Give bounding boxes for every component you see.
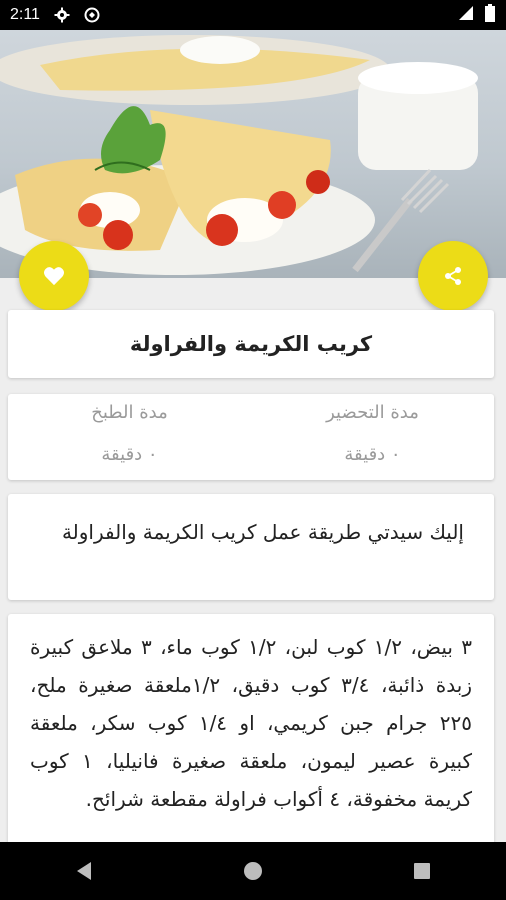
share-button[interactable] — [418, 241, 488, 311]
back-icon — [77, 862, 92, 880]
prep-time: مدة التحضير ٠ دقيقة — [251, 394, 494, 480]
share-icon — [445, 267, 461, 285]
recipe-times-card: مدة التحضير ٠ دقيقة مدة الطبخ ٠ دقيقة — [8, 394, 494, 480]
recipe-intro: إليك سيدتي طريقة عمل كريب الكريمة والفرا… — [61, 520, 464, 544]
settings-icon — [54, 7, 70, 23]
home-icon — [243, 862, 262, 880]
recents-icon — [413, 863, 430, 879]
home-button[interactable] — [223, 851, 283, 891]
battery-icon — [484, 3, 496, 27]
recipe-title: كريب الكريمة والفراولة — [129, 332, 373, 356]
navigation-bar — [0, 842, 506, 900]
recipe-ingredients-card: ٣ بيض، ١/٢ كوب لبن، ١/٢ كوب ماء، ٣ ملاعق… — [8, 614, 494, 874]
cook-time-value: ٠ دقيقة — [101, 444, 158, 465]
sync-icon — [84, 7, 100, 23]
recents-button[interactable] — [392, 851, 452, 891]
cook-time: مدة الطبخ ٠ دقيقة — [8, 394, 251, 480]
recipe-title-card: كريب الكريمة والفراولة — [8, 310, 494, 378]
recipe-intro-card: إليك سيدتي طريقة عمل كريب الكريمة والفرا… — [8, 494, 494, 600]
cook-time-label: مدة الطبخ — [91, 402, 168, 423]
prep-time-label: مدة التحضير — [326, 402, 419, 423]
signal-icon — [458, 5, 474, 26]
status-bar: 2:11 — [0, 0, 506, 30]
recipe-ingredients: ٣ بيض، ١/٢ كوب لبن، ١/٢ كوب ماء، ٣ ملاعق… — [30, 635, 472, 811]
status-time: 2:11 — [10, 6, 40, 23]
back-button[interactable] — [54, 851, 114, 891]
favorite-button[interactable] — [19, 241, 89, 311]
heart-icon — [44, 267, 64, 286]
recipe-hero-image — [0, 30, 506, 278]
prep-time-value: ٠ دقيقة — [344, 444, 401, 465]
